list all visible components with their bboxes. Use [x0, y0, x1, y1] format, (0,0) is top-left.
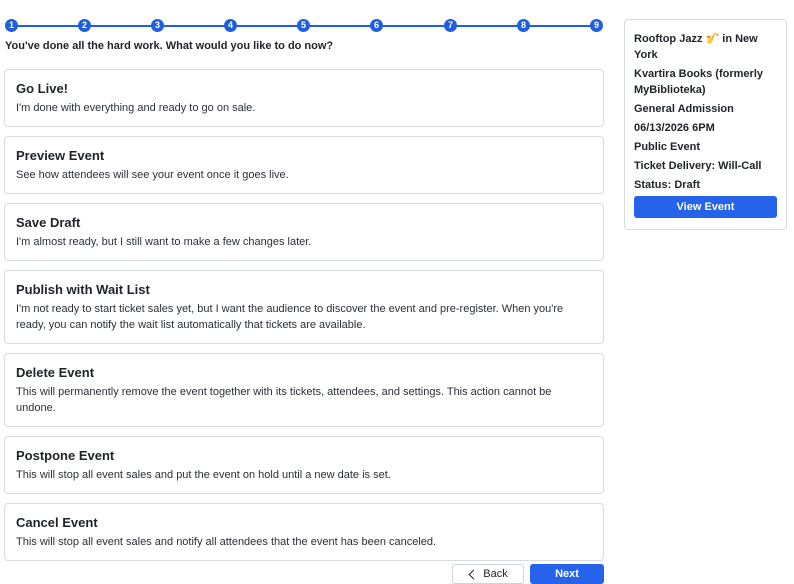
action-options: Go Live! I'm done with everything and re… — [4, 69, 604, 570]
option-go-live[interactable]: Go Live! I'm done with everything and re… — [4, 69, 604, 127]
event-venue: Kvartira Books (formerly MyBiblioteka) — [634, 68, 763, 96]
ticket-type: General Admission — [634, 103, 734, 115]
option-description: I'm done with everything and ready to go… — [16, 102, 256, 114]
back-button-label: Back — [483, 568, 508, 580]
option-description: This will permanently remove the event t… — [16, 386, 552, 414]
step-2[interactable]: 2 — [78, 19, 91, 32]
next-button[interactable]: Next — [530, 564, 604, 584]
event-status: Status: Draft — [634, 179, 701, 191]
option-title: Save Draft — [16, 215, 81, 230]
ticket-delivery: Ticket Delivery: Will-Call — [634, 160, 762, 172]
step-1[interactable]: 1 — [5, 19, 18, 32]
option-title: Preview Event — [16, 148, 105, 163]
event-name: Rooftop Jazz 🎷 in New York — [634, 31, 777, 63]
option-title: Cancel Event — [16, 515, 98, 530]
back-button[interactable]: Back — [452, 564, 524, 584]
option-title: Publish with Wait List — [16, 282, 150, 297]
option-description: I'm not ready to start ticket sales yet,… — [16, 303, 564, 331]
progress-stepper: 1 2 3 4 5 6 7 8 9 — [5, 19, 603, 33]
step-6[interactable]: 6 — [370, 19, 383, 32]
option-publish-wait-list[interactable]: Publish with Wait List I'm not ready to … — [4, 270, 604, 344]
option-description: This will stop all event sales and notif… — [16, 536, 437, 548]
event-summary-card: Rooftop Jazz 🎷 in New York Kvartira Book… — [624, 19, 787, 230]
next-button-label: Next — [555, 568, 579, 580]
saxophone-icon: 🎷 — [705, 33, 720, 45]
option-title: Go Live! — [16, 81, 69, 96]
option-title: Delete Event — [16, 365, 95, 380]
chevron-left-icon — [468, 569, 479, 579]
option-delete-event[interactable]: Delete Event This will permanently remov… — [4, 353, 604, 427]
event-name-prefix: Rooftop Jazz — [634, 33, 706, 45]
step-7[interactable]: 7 — [444, 19, 457, 32]
option-title: Postpone Event — [16, 448, 115, 463]
view-event-button[interactable]: View Event — [634, 196, 777, 218]
option-postpone-event[interactable]: Postpone Event This will stop all event … — [4, 436, 604, 494]
option-description: I'm almost ready, but I still want to ma… — [16, 236, 312, 248]
wizard-footer: Back Next — [452, 564, 604, 584]
step-3[interactable]: 3 — [151, 19, 164, 32]
page-prompt: You've done all the hard work. What woul… — [5, 40, 334, 52]
option-cancel-event[interactable]: Cancel Event This will stop all event sa… — [4, 503, 604, 561]
option-description: See how attendees will see your event on… — [16, 169, 289, 181]
event-datetime: 06/13/2026 6PM — [634, 122, 715, 134]
event-visibility: Public Event — [634, 141, 701, 153]
option-description: This will stop all event sales and put t… — [16, 469, 391, 481]
step-8[interactable]: 8 — [517, 19, 530, 32]
step-4[interactable]: 4 — [224, 19, 237, 32]
step-9[interactable]: 9 — [590, 19, 603, 32]
option-save-draft[interactable]: Save Draft I'm almost ready, but I still… — [4, 203, 604, 261]
view-event-label: View Event — [676, 201, 735, 213]
step-5[interactable]: 5 — [297, 19, 310, 32]
option-preview-event[interactable]: Preview Event See how attendees will see… — [4, 136, 604, 194]
